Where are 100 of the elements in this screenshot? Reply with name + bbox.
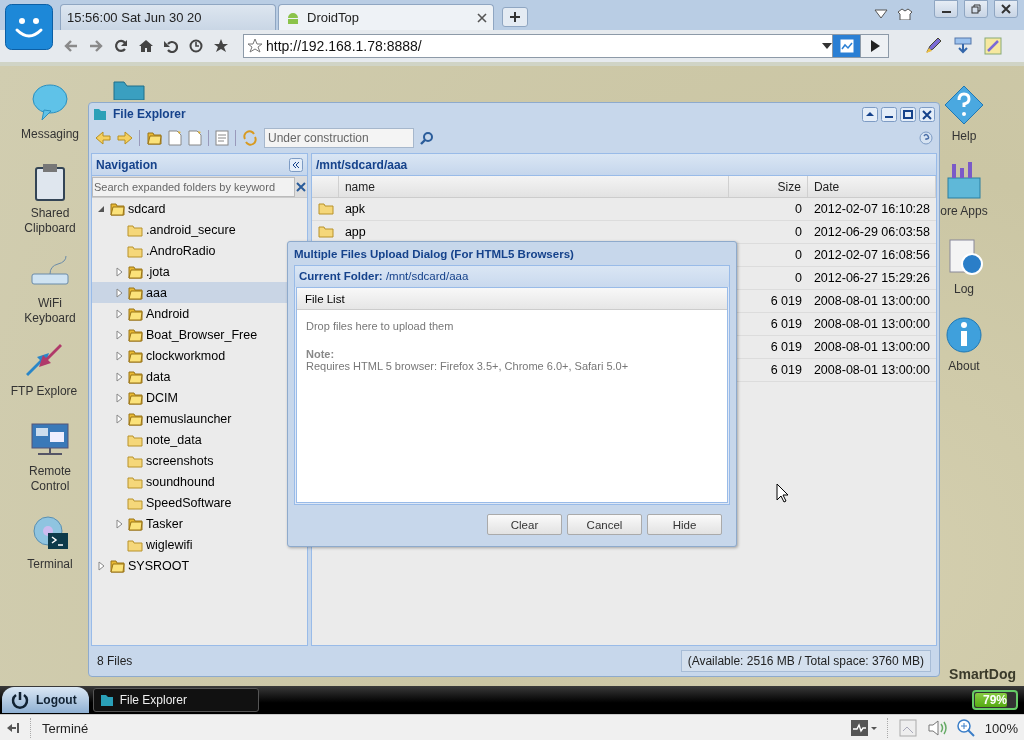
browser-tab[interactable]: 15:56:00 Sat Jun 30 20 bbox=[60, 4, 276, 30]
collapsed-icon[interactable] bbox=[114, 287, 124, 298]
go-button[interactable] bbox=[861, 34, 889, 58]
storage-info: (Available: 2516 MB / Total space: 3760 MB) bbox=[680, 649, 931, 672]
file-size: 6 019 bbox=[769, 363, 803, 377]
collapsed-icon[interactable] bbox=[114, 413, 124, 424]
back-icon[interactable] bbox=[64, 39, 78, 53]
tree-label: .jota bbox=[146, 264, 170, 279]
reload-icon[interactable] bbox=[114, 39, 128, 53]
drop-area[interactable]: File List Drop files here to upload them Note: Requires HTML 5 browser: Firefox 3.5+, Chrome 6.0+, Safari 5.0+ bbox=[296, 287, 728, 503]
caret-icon[interactable] bbox=[822, 43, 832, 49]
tree-item[interactable]: DCIM bbox=[92, 387, 287, 408]
icon-label[interactable]: Remote Control bbox=[29, 464, 71, 494]
collapse-icon[interactable] bbox=[862, 106, 878, 122]
tree-item[interactable]: .android_secure bbox=[92, 219, 287, 240]
icon-label[interactable]: FTP Explore bbox=[10, 384, 78, 399]
tree-item[interactable]: Android bbox=[92, 303, 287, 324]
document-icon[interactable] bbox=[215, 130, 229, 146]
tree-item[interactable]: .jota bbox=[92, 261, 287, 282]
minimize-button[interactable] bbox=[934, 0, 958, 18]
restore-button[interactable] bbox=[964, 0, 988, 18]
search-field[interactable]: Under construction bbox=[264, 128, 414, 148]
notepad-icon[interactable] bbox=[984, 37, 1002, 55]
collapsed-icon[interactable] bbox=[114, 350, 124, 361]
dialog-button[interactable]: Clear bbox=[487, 514, 562, 535]
tree-item[interactable]: .AndroRadio bbox=[92, 240, 287, 261]
tree-item[interactable]: soundhound bbox=[92, 471, 287, 492]
icon-label[interactable]: Messaging bbox=[21, 127, 79, 142]
collapse-icon[interactable] bbox=[288, 157, 303, 172]
address-bar[interactable]: http://192.168.1.78:8888/ bbox=[243, 34, 833, 58]
tree-item[interactable]: Tasker bbox=[92, 513, 287, 534]
collapsed-icon[interactable] bbox=[114, 266, 124, 277]
new-file-icon[interactable] bbox=[168, 130, 182, 146]
column-header[interactable]: name bbox=[338, 176, 729, 197]
icon-label[interactable]: ore Apps bbox=[940, 204, 988, 219]
folder-icon[interactable] bbox=[112, 78, 146, 100]
zoom-icon[interactable] bbox=[956, 719, 975, 737]
file-name[interactable]: app bbox=[338, 225, 729, 239]
filter-field[interactable]: Search expanded folders by keyword bbox=[92, 176, 295, 197]
tree-item[interactable]: clockworkmod bbox=[92, 345, 287, 366]
tree-item[interactable]: data bbox=[92, 366, 287, 387]
new-tab-button[interactable] bbox=[502, 7, 528, 27]
activity-icon[interactable] bbox=[850, 719, 877, 737]
apps-icon[interactable] bbox=[944, 160, 984, 200]
close-icon[interactable] bbox=[919, 106, 935, 122]
close-button[interactable] bbox=[994, 0, 1018, 18]
column-header[interactable]: Date bbox=[807, 176, 936, 197]
minimize-icon bbox=[941, 11, 951, 13]
new-folder-icon[interactable] bbox=[146, 130, 162, 146]
collapsed-icon[interactable] bbox=[114, 329, 124, 340]
new-file-icon[interactable] bbox=[188, 130, 202, 146]
collapsed-icon[interactable] bbox=[114, 371, 124, 382]
dialog-button[interactable]: Cancel bbox=[567, 514, 642, 535]
home-icon[interactable] bbox=[139, 39, 153, 53]
icon-label[interactable]: Terminal bbox=[27, 557, 73, 572]
icon-label[interactable]: Help bbox=[951, 129, 977, 144]
collapsed-icon[interactable] bbox=[114, 392, 124, 403]
tree-item[interactable]: Boat_Browser_Free bbox=[92, 324, 287, 345]
icon-label[interactable]: About bbox=[948, 359, 980, 374]
icon-label[interactable]: Log bbox=[954, 282, 974, 297]
speaker-icon[interactable] bbox=[926, 719, 947, 737]
icon-label[interactable]: WiFi Keyboard bbox=[24, 296, 76, 326]
file-size: 6 019 bbox=[769, 294, 803, 308]
file-size: 0 bbox=[793, 248, 803, 262]
icon-label[interactable]: Shared Clipboard bbox=[24, 206, 76, 236]
search-icon[interactable] bbox=[420, 131, 434, 145]
star-icon[interactable] bbox=[247, 38, 263, 54]
forward-icon[interactable] bbox=[89, 39, 103, 53]
collapsed-icon[interactable] bbox=[96, 560, 106, 571]
taskbar-item[interactable]: File Explorer bbox=[92, 688, 259, 712]
history-icon[interactable] bbox=[189, 39, 203, 53]
tree-item[interactable]: nemuslauncher bbox=[92, 408, 287, 429]
collapsed-icon[interactable] bbox=[114, 518, 124, 529]
zoom-level[interactable]: 100% bbox=[984, 720, 1018, 736]
tree-item[interactable]: SYSROOT bbox=[92, 555, 287, 576]
close-icon[interactable] bbox=[477, 12, 487, 23]
file-name[interactable]: apk bbox=[338, 202, 729, 216]
star-icon[interactable] bbox=[214, 39, 228, 53]
app-logo-icon[interactable] bbox=[5, 4, 53, 50]
tree-item[interactable]: note_data bbox=[92, 429, 287, 450]
browser-tab[interactable]: DroidTop bbox=[278, 4, 494, 30]
page-button[interactable] bbox=[833, 34, 861, 58]
undo-icon[interactable] bbox=[164, 39, 178, 53]
info-icon[interactable] bbox=[944, 315, 984, 355]
collapsed-icon[interactable] bbox=[114, 308, 124, 319]
dialog-button[interactable]: Hide bbox=[647, 514, 722, 535]
column-header[interactable]: Size bbox=[728, 176, 808, 197]
dropdown-icon[interactable] bbox=[874, 8, 888, 20]
tree-item[interactable]: aaa bbox=[92, 282, 287, 303]
maximize-icon[interactable] bbox=[900, 106, 916, 122]
tree-item[interactable]: screenshots bbox=[92, 450, 287, 471]
tree-item[interactable]: SpeedSoftware bbox=[92, 492, 287, 513]
address-field[interactable]: http://192.168.1.78:8888/ bbox=[266, 38, 819, 54]
logout-button[interactable]: Logout bbox=[2, 687, 89, 713]
clear-icon[interactable] bbox=[294, 180, 307, 193]
shirt-icon[interactable] bbox=[898, 8, 912, 20]
minimize-icon[interactable] bbox=[881, 106, 897, 122]
tree-item[interactable]: sdcard bbox=[92, 198, 287, 219]
tree-item[interactable]: wiglewifi bbox=[92, 534, 287, 555]
download-icon[interactable] bbox=[954, 37, 972, 55]
